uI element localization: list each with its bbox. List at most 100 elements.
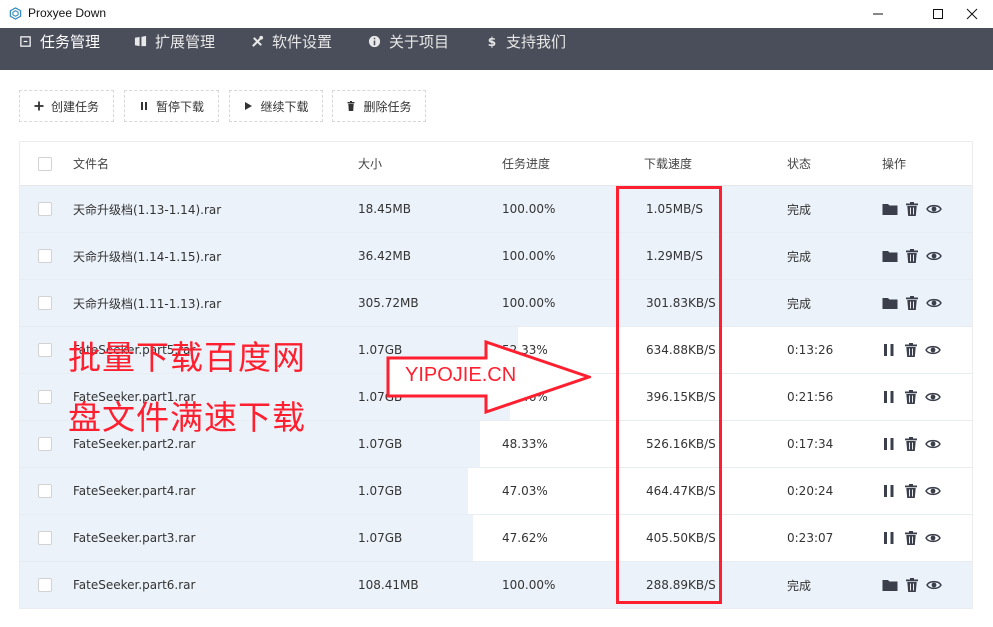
open-folder-icon[interactable] <box>881 201 898 217</box>
delete-icon[interactable] <box>903 201 920 217</box>
play-icon <box>243 101 253 111</box>
delete-icon[interactable] <box>902 530 919 546</box>
pause-download-label: 暂停下载 <box>155 99 204 114</box>
close-button[interactable] <box>949 0 993 28</box>
progress-text: 100.00% <box>502 296 556 310</box>
row-checkbox[interactable] <box>38 390 52 404</box>
pause-icon[interactable] <box>880 436 897 452</box>
close-icon <box>966 8 978 20</box>
delete-task-button[interactable]: 删除任务 <box>332 90 426 122</box>
row-checkbox[interactable] <box>38 202 52 216</box>
pause-icon[interactable] <box>880 342 897 358</box>
row-actions <box>880 515 941 561</box>
table-row[interactable]: 天命升级档(1.11-1.13).rar 305.72MB 100.00% 301.8… <box>20 280 972 327</box>
file-name: 天命升级档(1.11-1.13).rar <box>73 296 222 311</box>
delete-icon[interactable] <box>902 389 919 405</box>
header-actions: 操作 <box>882 157 907 171</box>
view-icon[interactable] <box>924 342 941 358</box>
create-task-label: 创建任务 <box>50 99 99 114</box>
header-progress: 任务进度 <box>502 157 551 171</box>
task-status: 完成 <box>787 578 812 593</box>
progress-text: 100.00% <box>502 202 556 216</box>
svg-text:$: $ <box>487 35 495 48</box>
pause-icon[interactable] <box>880 483 897 499</box>
row-checkbox[interactable] <box>38 249 52 263</box>
info-icon <box>367 34 381 48</box>
nav-tab-tasks[interactable]: 任务管理 <box>18 28 100 54</box>
trash-icon <box>346 101 356 111</box>
promo-text-line-1: 批量下载百度网 <box>68 338 306 377</box>
delete-icon[interactable] <box>902 483 919 499</box>
open-folder-icon[interactable] <box>881 248 898 264</box>
task-status: 0:20:24 <box>787 484 834 498</box>
view-icon[interactable] <box>924 389 941 405</box>
task-icon <box>18 34 32 48</box>
file-size: 1.07GB <box>358 484 403 498</box>
row-checkbox[interactable] <box>38 578 52 592</box>
extension-icon <box>133 34 147 48</box>
header-speed: 下载速度 <box>644 157 693 171</box>
file-size: 1.07GB <box>358 437 403 451</box>
nav-tab-label: 任务管理 <box>40 32 101 51</box>
maximize-icon <box>933 9 943 19</box>
delete-icon[interactable] <box>903 577 920 593</box>
file-name: 天命升级档(1.14-1.15).rar <box>73 249 222 264</box>
row-checkbox[interactable] <box>38 437 52 451</box>
row-actions <box>880 468 941 514</box>
nav-tab-label: 关于项目 <box>389 32 450 51</box>
select-all-checkbox[interactable] <box>38 156 52 171</box>
view-icon[interactable] <box>924 530 941 546</box>
delete-icon[interactable] <box>902 342 919 358</box>
row-checkbox[interactable] <box>38 343 52 357</box>
speed-highlight-box <box>616 186 722 604</box>
progress-text: 47.03% <box>502 484 548 498</box>
nav-tab-about[interactable]: 关于项目 <box>367 28 449 54</box>
row-checkbox[interactable] <box>38 296 52 310</box>
view-icon[interactable] <box>924 483 941 499</box>
delete-icon[interactable] <box>903 295 920 311</box>
resume-download-button[interactable]: 继续下载 <box>229 90 323 122</box>
file-size: 1.07GB <box>358 531 403 545</box>
tools-icon <box>250 34 264 48</box>
nav-tab-label: 支持我们 <box>506 32 567 51</box>
table-row[interactable]: FateSeeker.part6.rar 108.41MB 100.00% 288.8… <box>20 562 972 609</box>
pause-icon[interactable] <box>880 389 897 405</box>
create-task-button[interactable]: 创建任务 <box>19 90 114 122</box>
row-checkbox[interactable] <box>38 484 52 498</box>
pause-download-button[interactable]: 暂停下载 <box>124 90 219 122</box>
task-status: 完成 <box>787 249 812 264</box>
nav-tab-extensions[interactable]: 扩展管理 <box>133 28 215 54</box>
file-name: FateSeeker.part6.rar <box>73 578 196 592</box>
file-size: 36.42MB <box>358 249 411 263</box>
view-icon[interactable] <box>925 577 942 593</box>
nav-tab-settings[interactable]: 软件设置 <box>250 28 332 54</box>
resume-download-label: 继续下载 <box>260 99 309 114</box>
open-folder-icon[interactable] <box>881 577 898 593</box>
delete-icon[interactable] <box>903 248 920 264</box>
nav-tab-support[interactable]: $ 支持我们 <box>484 28 566 54</box>
table-row[interactable]: FateSeeker.part4.rar 1.07GB 47.03% 464.47KB… <box>20 468 972 515</box>
progress-text: 100.00% <box>502 578 556 592</box>
pause-icon[interactable] <box>880 530 897 546</box>
delete-task-label: 删除任务 <box>363 99 412 114</box>
nav-tab-label: 扩展管理 <box>155 32 216 51</box>
arrow-watermark-text: YIPOJIE.CN <box>405 364 517 386</box>
nav-tab-label: 软件设置 <box>272 32 333 51</box>
row-actions <box>881 186 942 232</box>
view-icon[interactable] <box>925 201 942 217</box>
open-folder-icon[interactable] <box>881 295 898 311</box>
view-icon[interactable] <box>925 248 942 264</box>
view-icon[interactable] <box>924 436 941 452</box>
table-row[interactable]: 天命升级档(1.13-1.14).rar 18.45MB 100.00% 1.05MB… <box>20 186 972 233</box>
table-row[interactable]: FateSeeker.part3.rar 1.07GB 47.62% 405.50KB… <box>20 515 972 562</box>
progress-text: 47.62% <box>502 531 548 545</box>
task-status: 完成 <box>787 296 812 311</box>
row-checkbox[interactable] <box>38 531 52 545</box>
delete-icon[interactable] <box>902 436 919 452</box>
task-status: 完成 <box>787 202 812 217</box>
minimize-button[interactable] <box>855 0 901 28</box>
task-status: 0:17:34 <box>787 437 834 451</box>
view-icon[interactable] <box>925 295 942 311</box>
table-row[interactable]: 天命升级档(1.14-1.15).rar 36.42MB 100.00% 1.29MB… <box>20 233 972 280</box>
row-actions <box>880 421 941 467</box>
